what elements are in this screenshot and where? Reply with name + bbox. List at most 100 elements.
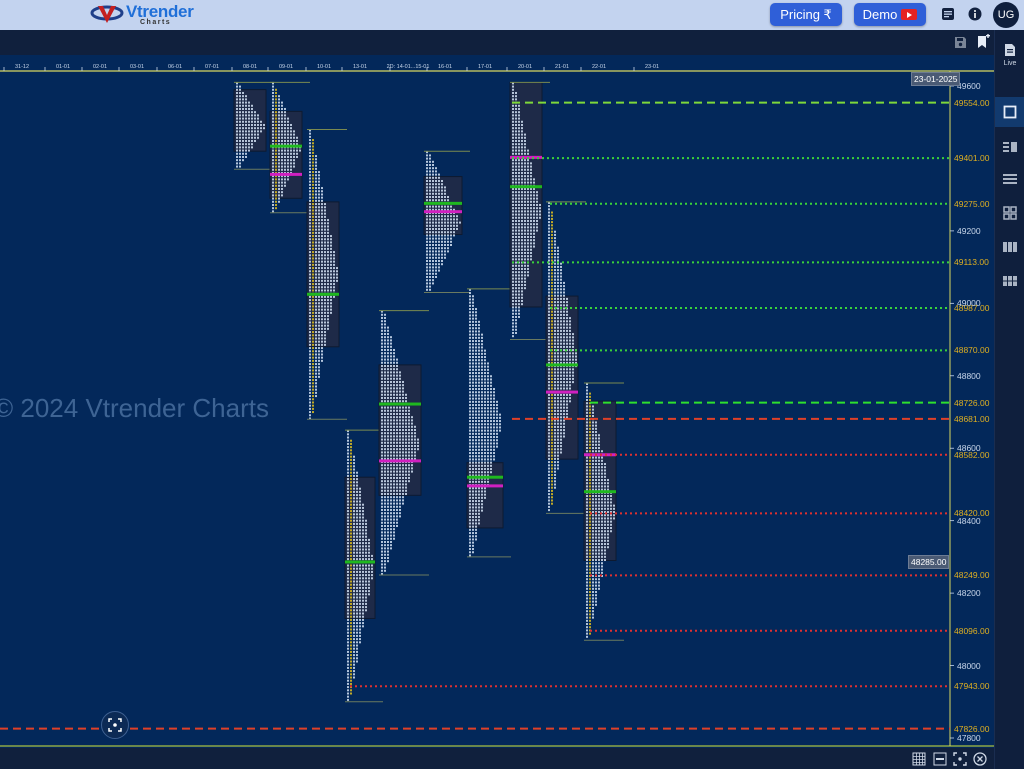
- tpo-block: [469, 468, 471, 471]
- tpo-block: [496, 407, 498, 410]
- tpo-block: [518, 235, 520, 238]
- tpo-block: [551, 333, 553, 336]
- tpo-block: [393, 473, 395, 476]
- vtrender-logo[interactable]: Vtrender Charts: [90, 2, 194, 28]
- tpo-block: [557, 374, 559, 377]
- tpo-block: [239, 143, 241, 146]
- tpo-block: [557, 349, 559, 352]
- abc-icon[interactable]: [933, 752, 947, 766]
- tpo-block: [515, 312, 517, 315]
- tpo-block: [484, 384, 486, 387]
- tpo-block: [478, 365, 480, 368]
- tpo-block: [381, 492, 383, 495]
- tpo-block: [290, 130, 292, 133]
- tpo-block: [447, 231, 449, 234]
- layout-single-button[interactable]: [995, 97, 1024, 127]
- tpo-block: [327, 302, 329, 305]
- live-button[interactable]: Live: [995, 35, 1024, 75]
- tpo-block: [557, 464, 559, 467]
- notes-icon[interactable]: [941, 7, 955, 21]
- grid-icon[interactable]: [912, 752, 926, 766]
- tpo-block: [524, 203, 526, 206]
- market-profile-chart[interactable]: © 2024 Vtrender Charts 31-12 01-01 02-01 03…: [0, 55, 994, 748]
- info-icon[interactable]: [968, 7, 982, 21]
- tpo-block: [472, 487, 474, 490]
- tpo-block: [563, 358, 565, 361]
- focus-button[interactable]: [101, 711, 129, 739]
- tpo-block: [598, 501, 600, 504]
- demo-button[interactable]: Demo: [854, 3, 926, 26]
- tpo-block: [441, 218, 443, 221]
- tpo-block: [281, 162, 283, 165]
- tpo-block: [595, 431, 597, 434]
- tpo-block: [315, 164, 317, 167]
- tpo-block: [387, 371, 389, 374]
- tpo-block: [560, 368, 562, 371]
- pricing-button[interactable]: Pricing ₹: [770, 3, 842, 26]
- tpo-block: [248, 107, 250, 110]
- tpo-block: [592, 479, 594, 482]
- tpo-block: [592, 591, 594, 594]
- tpo-block: [393, 352, 395, 355]
- tpo-block: [551, 384, 553, 387]
- tpo-block: [324, 238, 326, 241]
- tpo-block: [572, 371, 574, 374]
- tpo-block: [324, 337, 326, 340]
- tpo-block: [592, 466, 594, 469]
- tpo-block: [551, 461, 553, 464]
- tpo-block: [533, 235, 535, 238]
- tpo-block: [589, 507, 591, 510]
- tpo-block: [524, 216, 526, 219]
- tpo-block: [333, 276, 335, 279]
- tpo-block: [236, 114, 238, 117]
- tpo-block: [356, 586, 358, 589]
- save-icon[interactable]: [954, 36, 967, 49]
- split-layout-icon: [1003, 142, 1017, 152]
- layout-table-button[interactable]: [995, 266, 1024, 296]
- tpo-block: [318, 199, 320, 202]
- tpo-block: [530, 197, 532, 200]
- user-avatar[interactable]: UG: [993, 2, 1019, 28]
- tpo-block: [432, 231, 434, 234]
- tpo-block: [353, 503, 355, 506]
- tpo-block: [399, 380, 401, 383]
- layout-rows-button[interactable]: [995, 164, 1024, 194]
- tpo-block: [390, 336, 392, 339]
- tpo-block: [586, 395, 588, 398]
- tpo-block: [524, 213, 526, 216]
- close-icon[interactable]: [973, 752, 987, 766]
- tpo-block: [245, 155, 247, 158]
- tpo-block: [426, 250, 428, 253]
- tpo-block: [236, 149, 238, 152]
- tpo-block: [557, 435, 559, 438]
- y-tick-label: 48600: [957, 443, 981, 454]
- tpo-block: [312, 276, 314, 279]
- tpo-block: [604, 539, 606, 542]
- tpo-block: [365, 596, 367, 599]
- tpo-block: [356, 522, 358, 525]
- tpo-block: [381, 435, 383, 438]
- tpo-block: [530, 242, 532, 245]
- screenshot-icon[interactable]: [953, 752, 967, 766]
- tpo-block: [350, 494, 352, 497]
- tpo-block: [557, 381, 559, 384]
- tpo-block: [560, 301, 562, 304]
- tpo-block: [350, 558, 352, 561]
- tpo-block: [384, 470, 386, 473]
- tpo-block: [384, 390, 386, 393]
- tpo-block: [563, 352, 565, 355]
- layout-columns-button[interactable]: [995, 232, 1024, 262]
- tpo-block: [393, 371, 395, 374]
- tpo-block: [350, 570, 352, 573]
- tpo-block: [557, 432, 559, 435]
- tpo-block: [347, 580, 349, 583]
- layout-split-button[interactable]: [995, 132, 1024, 162]
- layout-grid-button[interactable]: [995, 198, 1024, 228]
- bookmark-add-icon[interactable]: [977, 34, 991, 49]
- tpo-block: [478, 522, 480, 525]
- tpo-block: [275, 136, 277, 139]
- tpo-block: [396, 512, 398, 515]
- tpo-block: [284, 136, 286, 139]
- tpo-block: [533, 178, 535, 181]
- tpo-block: [393, 476, 395, 479]
